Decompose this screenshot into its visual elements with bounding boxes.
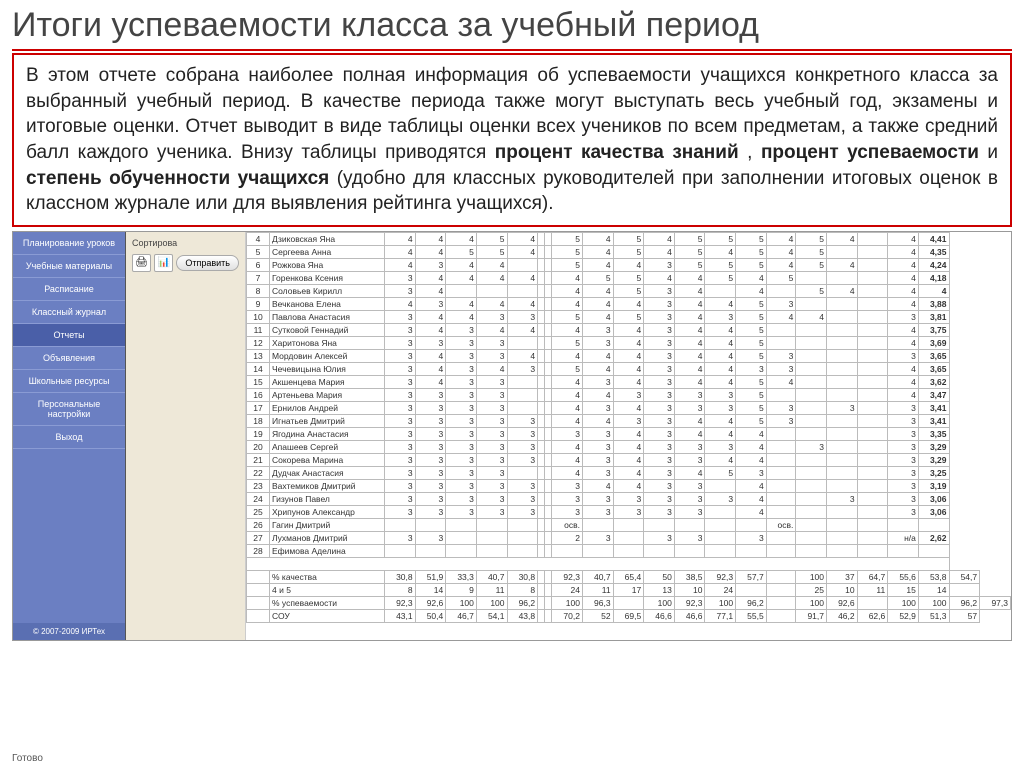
table-row: 4Дзиковская Яна44454545455545444,41 xyxy=(247,232,1011,245)
table-row: 19Ягодина Анастасия33333334344433,35 xyxy=(247,427,1011,440)
grades-table: 4Дзиковская Яна44454545455545444,415Серг… xyxy=(246,232,1011,623)
tool-pane: Сортирова 🖨 📊 Отправить xyxy=(126,232,246,640)
page-title: Итоги успеваемости класса за учебный пер… xyxy=(12,6,1012,51)
sidebar-item[interactable]: Школьные ресурсы xyxy=(13,370,125,393)
table-row: 13Мордовин Алексей343344443445333,65 xyxy=(247,349,1011,362)
table-row: 5Сергеева Анна4455454545454544,35 xyxy=(247,245,1011,258)
sidebar-item[interactable]: Объявления xyxy=(13,347,125,370)
table-row: 9Вечканова Елена434444443445343,88 xyxy=(247,297,1011,310)
table-row: 8Соловьев Кирилл344453445444 xyxy=(247,284,1011,297)
desc-bold-3: степень обученности учащихся xyxy=(26,168,329,189)
table-row: 21Сокорева Марина33333434334433,29 xyxy=(247,453,1011,466)
app-screenshot: Планирование уроковУчебные материалыРасп… xyxy=(12,231,1012,641)
summary-row: % успеваемости92,392,610010096,210096,31… xyxy=(247,596,1011,609)
desc-bold-2: процент успеваемости xyxy=(761,142,979,163)
table-row: 28Ефимова Аделина xyxy=(247,544,1011,557)
print-icon[interactable]: 🖨 xyxy=(132,254,151,272)
description-box: В этом отчете собрана наиболее полная ин… xyxy=(12,53,1012,227)
summary-row: % качества30,851,933,340,730,892,340,765… xyxy=(247,570,1011,583)
sidebar-item[interactable]: Отчеты xyxy=(13,324,125,347)
table-row: 25Хрипунов Александр3333333333433,06 xyxy=(247,505,1011,518)
sidebar-item[interactable]: Классный журнал xyxy=(13,301,125,324)
sidebar: Планирование уроковУчебные материалыРасп… xyxy=(13,232,126,640)
table-row: 27Лухманов Дмитрий3323333н/а2,62 xyxy=(247,531,1011,544)
desc-bold-1: процент качества знаний xyxy=(495,142,739,163)
table-row: 16Артеньева Мария3333443333543,47 xyxy=(247,388,1011,401)
summary-row: 4 и 581491182411171310242510111514 xyxy=(247,583,1011,596)
status-bar: Готово xyxy=(12,753,43,764)
sort-label: Сортирова xyxy=(132,238,239,248)
table-row: 12Харитонова Яна3333534344543,69 xyxy=(247,336,1011,349)
table-row: 18Игнатьев Дмитрий333334433445333,41 xyxy=(247,414,1011,427)
table-row: 23Вахтемиков Дмитрий3333334433433,19 xyxy=(247,479,1011,492)
toolbar: 🖨 📊 Отправить xyxy=(132,254,239,272)
table-row: 26Гагин Дмитрийосв.осв. xyxy=(247,518,1011,531)
table-row: 6Рожкова Яна4344544355545444,24 xyxy=(247,258,1011,271)
table-row: 22Дудчак Анастасия3333434345333,25 xyxy=(247,466,1011,479)
sidebar-item[interactable]: Расписание xyxy=(13,278,125,301)
sidebar-item[interactable]: Выход xyxy=(13,426,125,449)
table-row: 20Апашеев Сергей333334343334333,29 xyxy=(247,440,1011,453)
table-row: 15Акшенцева Мария34334343445443,62 xyxy=(247,375,1011,388)
desc-sep-2: и xyxy=(987,142,998,163)
send-button[interactable]: Отправить xyxy=(176,255,239,271)
desc-sep-1: , xyxy=(747,142,761,163)
table-row: 7Горенкова Ксения344444554454544,18 xyxy=(247,271,1011,284)
table-row: 24Гизунов Павел333333333334333,06 xyxy=(247,492,1011,505)
table-row: 11Сутковой Геннадий34344434344543,75 xyxy=(247,323,1011,336)
sidebar-item[interactable]: Персональные настройки xyxy=(13,393,125,426)
summary-row: СОУ43,150,446,754,143,870,25269,546,646,… xyxy=(247,609,1011,622)
sidebar-item[interactable]: Планирование уроков xyxy=(13,232,125,255)
grades-table-wrap[interactable]: 4Дзиковская Яна44454545455545444,415Серг… xyxy=(246,232,1011,640)
sidebar-item[interactable]: Учебные материалы xyxy=(13,255,125,278)
copyright: © 2007-2009 ИРТех xyxy=(13,623,125,640)
excel-icon[interactable]: 📊 xyxy=(154,254,173,272)
table-row: 14Чечевицына Юлия343435443443343,65 xyxy=(247,362,1011,375)
table-row: 10Павлова Анастасия3443354534354433,81 xyxy=(247,310,1011,323)
table-row: 17Ернилов Андрей333343433353333,41 xyxy=(247,401,1011,414)
